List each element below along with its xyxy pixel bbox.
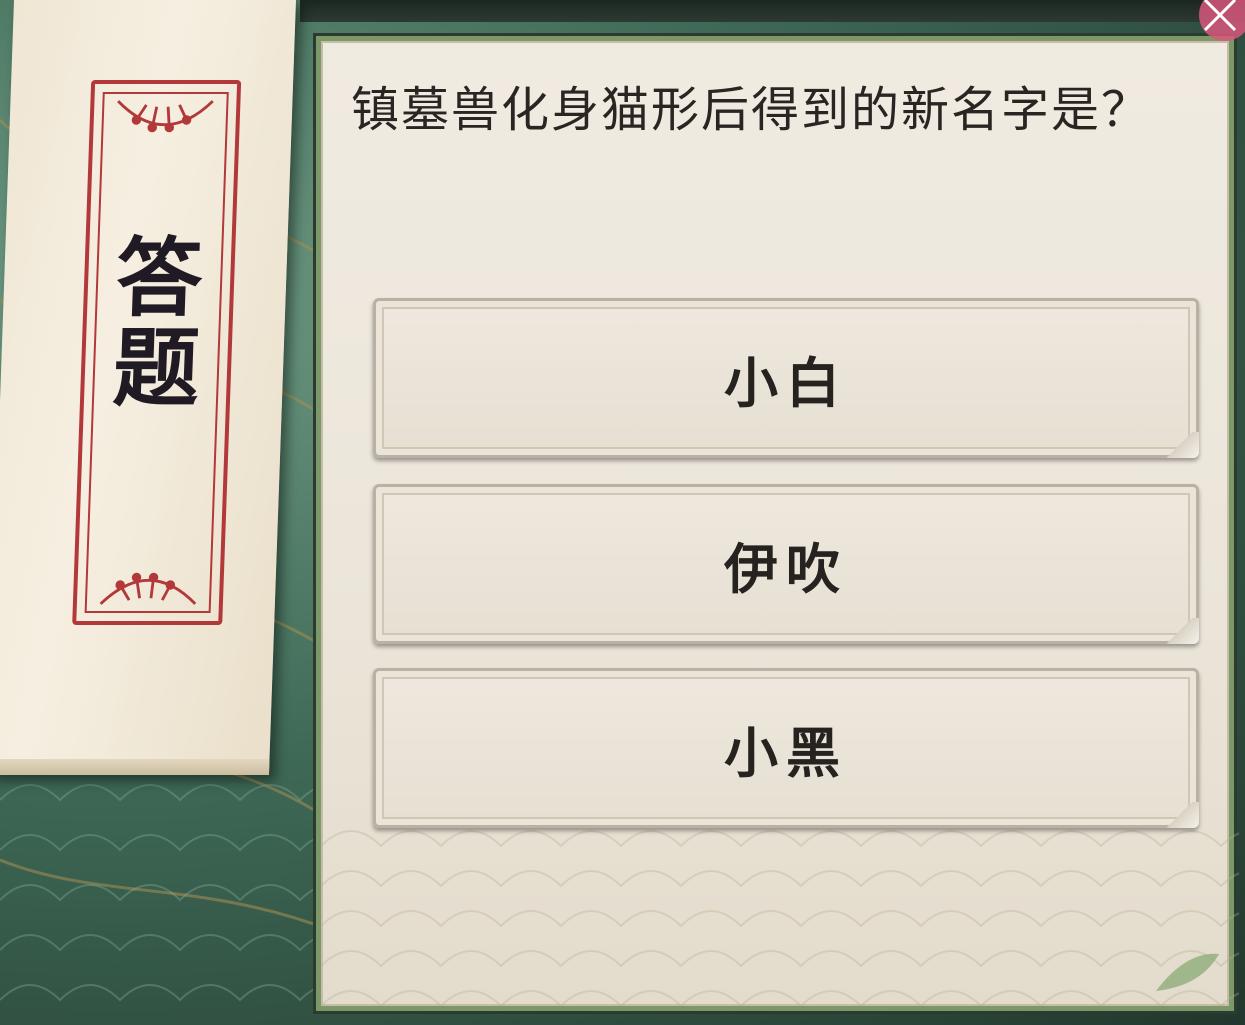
scroll-title: 答 题 xyxy=(84,228,232,420)
top-border-strip xyxy=(300,0,1245,22)
quiz-screen: 答 题 镇墓兽化身猫形后得到的新名字是？ 小白 伊吹 小黑 xyxy=(0,0,1245,1025)
answer-option-3[interactable]: 小黑 xyxy=(373,668,1199,828)
answer-option-3-label: 小黑 xyxy=(724,720,848,785)
title-scroll: 答 题 xyxy=(0,0,297,775)
answer-option-1-label: 小白 xyxy=(724,350,848,415)
answer-option-1[interactable]: 小白 xyxy=(373,298,1199,458)
scroll-seal-frame: 答 题 xyxy=(72,80,242,625)
fan-ornament-bottom-icon xyxy=(99,572,197,605)
flower-ornament-icon xyxy=(1199,0,1245,41)
page-curl-icon xyxy=(1161,432,1199,458)
scroll-title-char-2: 题 xyxy=(111,318,201,420)
fan-ornament-icon xyxy=(117,100,214,133)
panel-wave-pattern xyxy=(321,830,1239,1006)
page-curl-icon xyxy=(1161,618,1199,644)
question-panel: 镇墓兽化身猫形后得到的新名字是？ 小白 伊吹 小黑 xyxy=(316,36,1239,1011)
answer-option-2[interactable]: 伊吹 xyxy=(373,484,1199,644)
leaf-ornament-icon xyxy=(1156,953,1219,991)
answer-option-2-label: 伊吹 xyxy=(724,536,848,601)
question-text: 镇墓兽化身猫形后得到的新名字是？ xyxy=(351,82,1152,138)
scroll-title-char-1: 答 xyxy=(114,228,205,329)
page-curl-icon xyxy=(1161,802,1199,828)
